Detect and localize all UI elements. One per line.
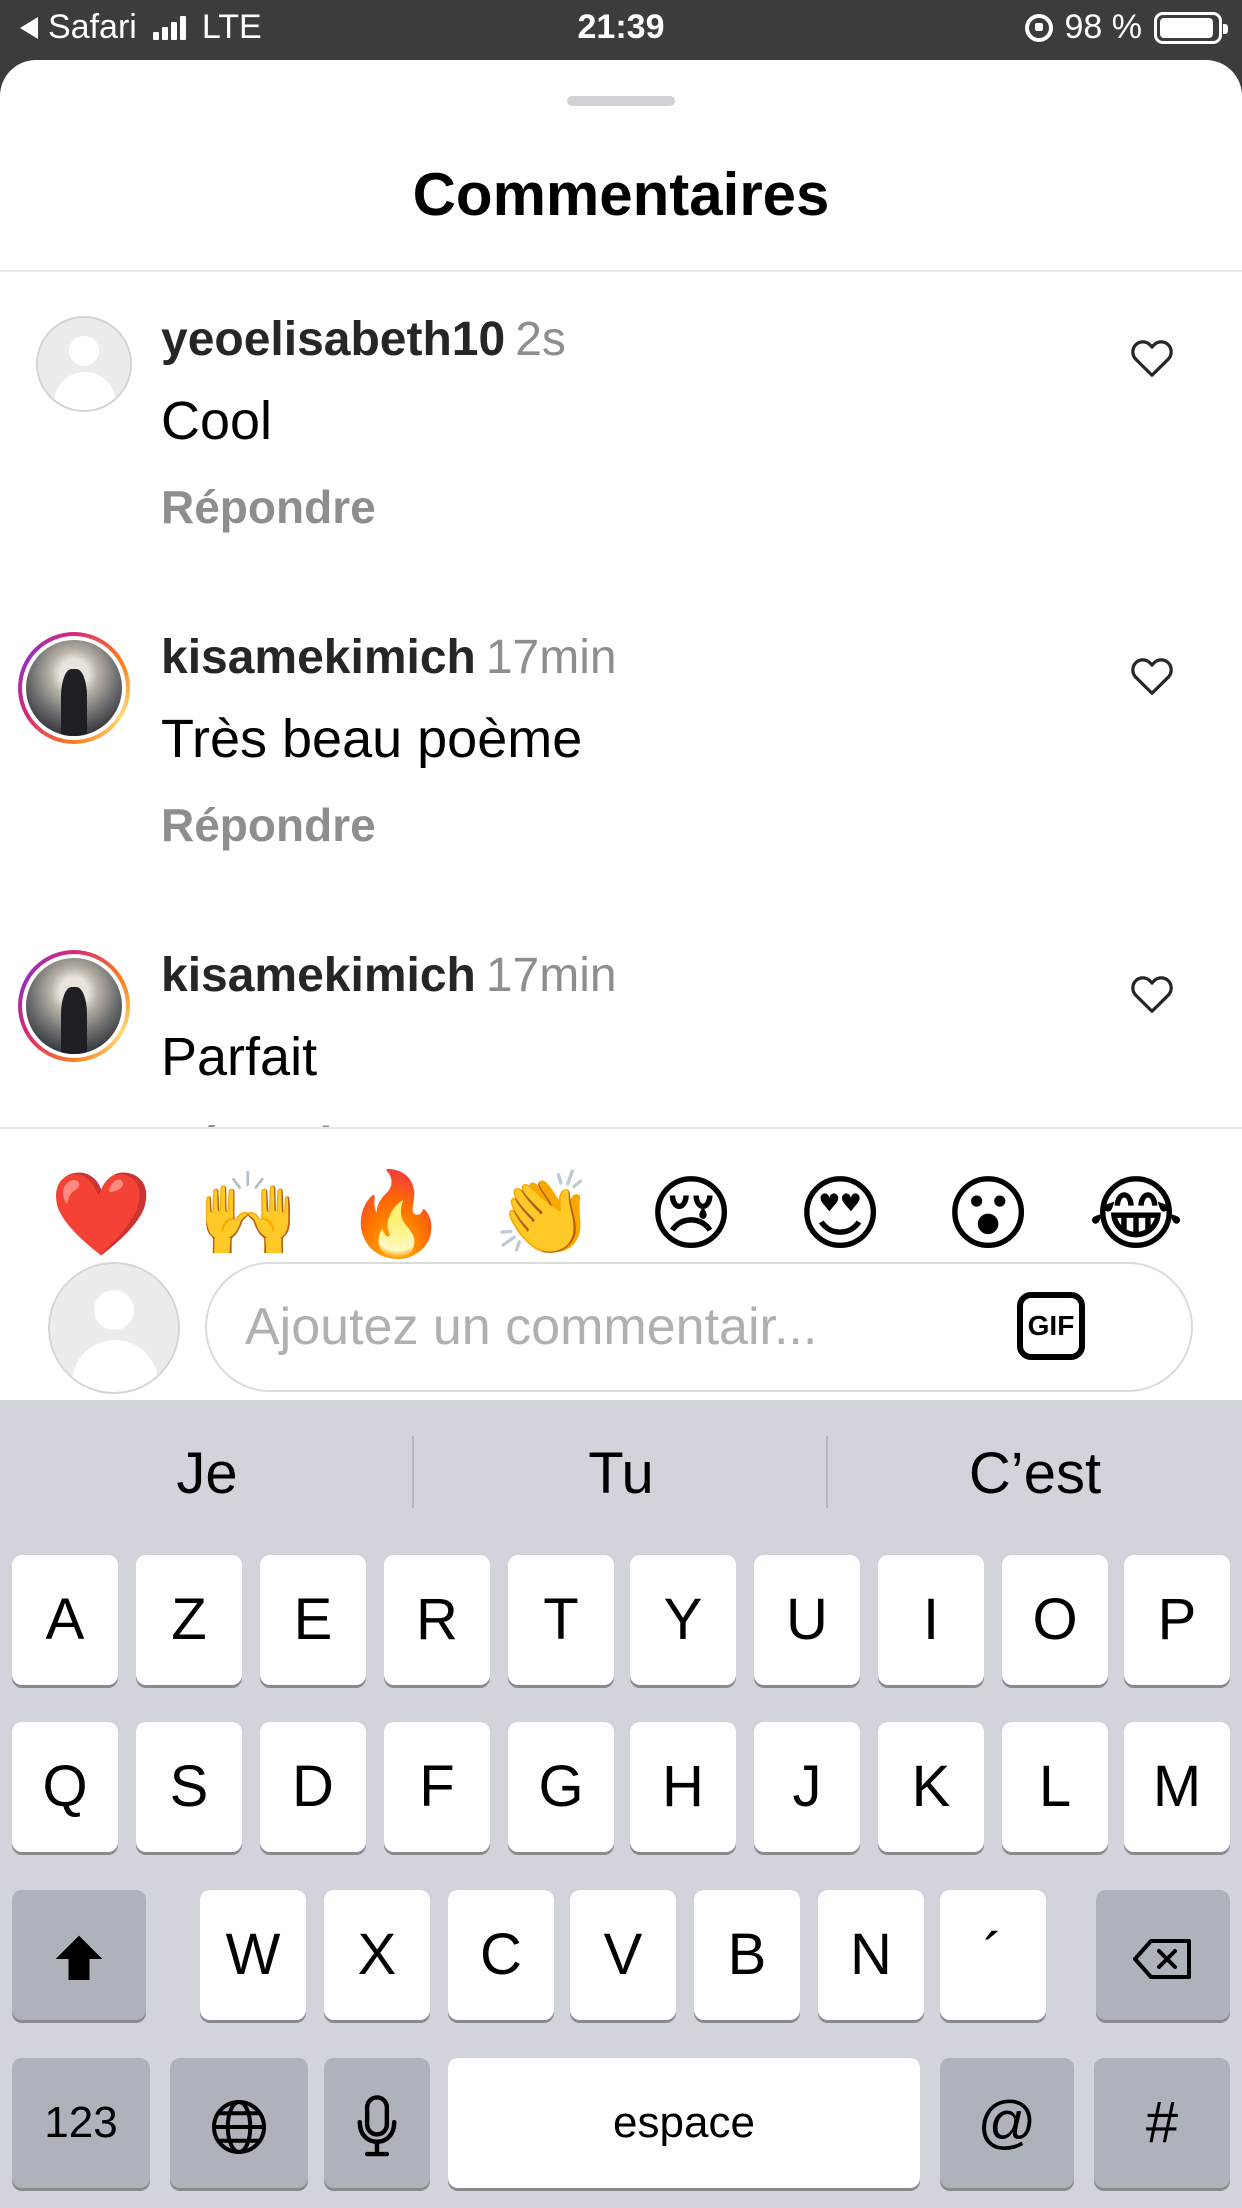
comment-item: kisamekimich 17min Très beau poème Répond… [0,590,1242,890]
sheet-grabber[interactable] [567,96,675,106]
at-key[interactable]: @ [940,2058,1074,2188]
key-j[interactable]: J [754,1722,860,1852]
orientation-lock-icon [1024,13,1053,42]
key-u[interactable]: U [754,1555,860,1685]
backspace-key[interactable] [1096,1890,1230,2020]
comment-text: Parfait [161,1027,318,1087]
hash-key[interactable]: # [1094,2058,1230,2188]
like-heart-icon[interactable] [1130,656,1174,696]
sheet-title: Commentaires [412,161,830,228]
composer-divider [0,1127,1242,1129]
key-z[interactable]: Z [136,1555,242,1685]
dictation-key[interactable] [324,2058,430,2188]
my-avatar [48,1262,180,1394]
key-x[interactable]: X [324,1890,430,2020]
avatar-photo [26,640,122,736]
key-r[interactable]: R [384,1555,490,1685]
key-i[interactable]: I [878,1555,984,1685]
comment-item: yeoelisabeth10 2s Cool Répondre [0,272,1242,572]
comment-username[interactable]: kisamekimich [161,631,476,684]
keyboard: Je Tu C’est A Z E R T Y U I O P Q S D F … [0,1400,1242,2208]
default-avatar[interactable] [36,316,132,412]
key-s[interactable]: S [136,1722,242,1852]
battery-percent: 98 % [1064,8,1143,46]
key-k[interactable]: K [878,1722,984,1852]
comment-text: Cool [161,391,273,451]
key-e[interactable]: E [260,1555,366,1685]
shift-key[interactable] [12,1890,146,2020]
comment-time: 17min [485,631,617,684]
key-o[interactable]: O [1002,1555,1108,1685]
status-bar: Safari LTE 21:39 98 % [0,0,1242,62]
key-t[interactable]: T [508,1555,614,1685]
globe-key[interactable] [170,2058,308,2188]
comment-time: 2s [515,313,566,366]
comment-header: kisamekimich 17min [161,948,617,1003]
reply-button[interactable]: Répondre [161,1116,376,1127]
battery-icon [1154,11,1228,44]
comment-header: kisamekimich 17min [161,630,617,685]
avatar-ring-gap [22,636,126,740]
key-l[interactable]: L [1002,1722,1108,1852]
suggestion-item[interactable]: Je [0,1440,414,1507]
predictive-bar: Je Tu C’est [0,1400,1242,1550]
key-n[interactable]: N [818,1890,924,2020]
story-avatar[interactable] [18,950,130,1062]
globe-icon [212,2099,266,2154]
comment-username[interactable]: yeoelisabeth10 [161,313,505,366]
suggestion-item[interactable]: C’est [828,1440,1242,1507]
delete-backward-icon [1133,1938,1191,1979]
comment-list[interactable]: yeoelisabeth10 2s Cool Répondre kisamekim… [0,272,1242,1127]
key-f[interactable]: F [384,1722,490,1852]
like-heart-icon[interactable] [1130,338,1174,378]
avatar-photo [26,958,122,1054]
numbers-key[interactable]: 123 [12,2058,150,2188]
comment-item: kisamekimich17min Parfait Répondre [0,908,1242,1127]
comment-input[interactable] [245,1284,985,1370]
comment-input-pill[interactable]: GIF [205,1262,1193,1392]
status-right: 98 % [1024,8,1228,47]
story-avatar[interactable] [18,632,130,744]
key-w[interactable]: W [200,1890,306,2020]
microphone-icon [357,2094,397,2156]
comment-composer: GIF [0,1240,1242,1400]
key-g[interactable]: G [508,1722,614,1852]
key-q[interactable]: Q [12,1722,118,1852]
suggestion-item[interactable]: Tu [414,1440,828,1507]
like-heart-icon[interactable] [1130,974,1174,1014]
key-b[interactable]: B [694,1890,800,2020]
gif-button[interactable]: GIF [1017,1292,1085,1360]
comment-time: 17min [485,949,617,1002]
reply-button[interactable]: Répondre [161,480,376,534]
space-key[interactable]: espace [448,2058,920,2188]
key-m[interactable]: M [1124,1722,1230,1852]
key-p[interactable]: P [1124,1555,1230,1685]
avatar-ring-gap [22,954,126,1058]
key-d[interactable]: D [260,1722,366,1852]
comments-sheet: Commentaires yeoelisabeth10 2s Cool Répon… [0,60,1242,1400]
key-v[interactable]: V [570,1890,676,2020]
comment-username[interactable]: kisamekimich [161,949,476,1002]
shift-arrow-icon [55,1935,103,1980]
comment-header: yeoelisabeth10 2s [161,312,566,367]
reply-button[interactable]: Répondre [161,798,376,852]
key-h[interactable]: H [630,1722,736,1852]
key-y[interactable]: Y [630,1555,736,1685]
comment-text: Très beau poème [161,709,583,769]
key-a[interactable]: A [12,1555,118,1685]
key-c[interactable]: C [448,1890,554,2020]
key-acute-accent[interactable]: ´ [940,1890,1046,2020]
